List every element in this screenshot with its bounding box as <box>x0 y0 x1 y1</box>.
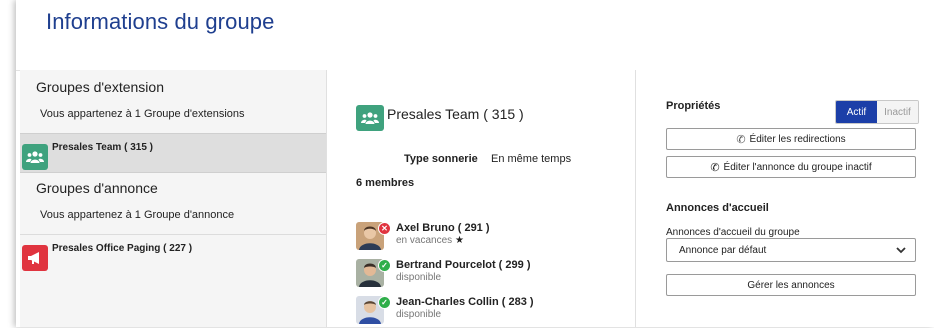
welcome-field-label: Annonces d'accueil du groupe <box>666 227 800 238</box>
toggle-inactive[interactable]: Inactif <box>877 101 918 123</box>
properties-panel: Propriétés Actif Inactif ✆ Éditer les re… <box>636 70 934 327</box>
edit-redirections-button[interactable]: ✆ Éditer les redirections <box>666 128 916 150</box>
chevron-down-icon <box>896 247 906 254</box>
member-name: Bertrand Pourcelot ( 299 ) <box>396 259 531 271</box>
sidebar-item-label: Presales Office Paging ( 227 ) <box>52 243 193 254</box>
member-item[interactable]: ✓ Bertrand Pourcelot ( 299 ) disponible <box>356 259 616 291</box>
team-icon <box>356 105 384 131</box>
sidebar-item-presales-team[interactable]: Presales Team ( 315 ) <box>20 133 326 173</box>
group-detail-panel: Presales Team ( 315 ) Type sonnerie En m… <box>327 70 636 327</box>
member-item[interactable]: ✕ Axel Bruno ( 291 ) en vacances ★ <box>356 222 616 254</box>
member-status: disponible <box>396 272 442 283</box>
welcome-select[interactable]: Annonce par défaut <box>666 238 916 262</box>
toggle-active[interactable]: Actif <box>836 101 877 123</box>
groups-sidebar: Groupes d'extension Vous appartenez à 1 … <box>20 70 327 327</box>
close-icon: ✕ <box>378 222 391 235</box>
team-icon <box>22 144 48 170</box>
page-title: Informations du groupe <box>46 9 275 34</box>
announce-groups-title: Groupes d'annonce <box>36 180 158 196</box>
sidebar-item-presales-office-paging[interactable]: Presales Office Paging ( 227 ) <box>20 234 326 273</box>
welcome-title: Annonces d'accueil <box>666 202 769 214</box>
check-icon: ✓ <box>378 259 391 272</box>
member-item[interactable]: ✓ Jean-Charles Collin ( 283 ) disponible <box>356 296 616 328</box>
ring-type-value: En même temps <box>491 153 572 165</box>
active-toggle[interactable]: Actif Inactif <box>835 100 919 124</box>
check-icon: ✓ <box>378 296 391 309</box>
star-icon: ★ <box>454 235 464 246</box>
phone-forward-icon: ✆ <box>736 133 746 146</box>
announce-groups-subtitle: Vous appartenez à 1 Groupe d'annonce <box>40 209 235 221</box>
megaphone-icon <box>22 245 48 271</box>
sidebar-item-label: Presales Team ( 315 ) <box>52 142 153 153</box>
member-status: disponible <box>396 309 442 320</box>
ring-type-label: Type sonnerie <box>404 153 478 165</box>
members-count: 6 membres <box>356 177 415 189</box>
phone-icon: ✆ <box>710 161 720 174</box>
properties-title: Propriétés <box>666 100 721 112</box>
extension-groups-subtitle: Vous appartenez à 1 Groupe d'extensions <box>40 108 245 120</box>
group-title: Presales Team ( 315 ) <box>387 106 524 122</box>
member-status: en vacances ★ <box>396 235 464 246</box>
extension-groups-title: Groupes d'extension <box>36 79 164 95</box>
edit-inactive-announce-button[interactable]: ✆ Éditer l'annonce du groupe inactif <box>666 156 916 178</box>
member-name: Axel Bruno ( 291 ) <box>396 222 490 234</box>
member-name: Jean-Charles Collin ( 283 ) <box>396 296 534 308</box>
manage-announces-button[interactable]: Gérer les annonces <box>666 274 916 296</box>
